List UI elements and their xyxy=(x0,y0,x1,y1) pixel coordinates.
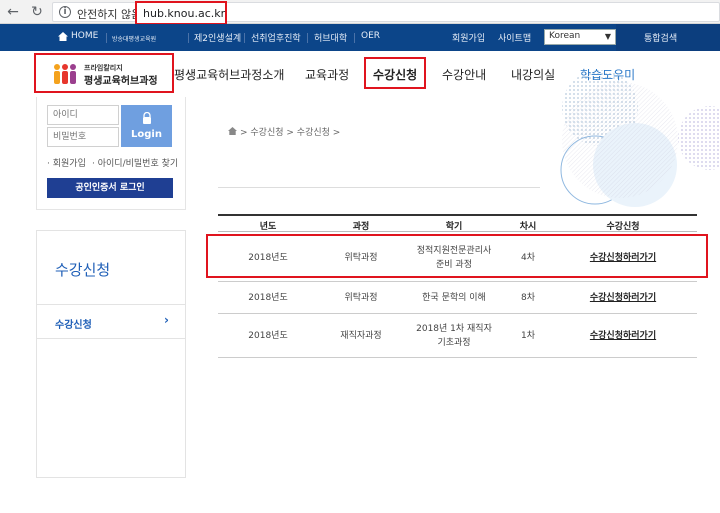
top-link-life-design[interactable]: 제2인생설계 xyxy=(194,31,241,44)
table-row: 2018년도 재직자과정 2018년 1차 재직자 기초과정 1차 수강신청하러… xyxy=(218,314,697,358)
top-link-knou[interactable]: 방송대평생교육원 xyxy=(112,34,156,43)
cell-semester: 2018년 1차 재직자 xyxy=(416,324,492,334)
id-input[interactable] xyxy=(47,105,119,125)
cell-semester-line2: 기초과정 xyxy=(437,338,471,348)
content-divider xyxy=(218,187,540,188)
col-course: 과정 xyxy=(352,222,370,232)
top-separator xyxy=(188,33,189,43)
top-bar: HOME 방송대평생교육원 제2인생설계 선취업후진학 허브대학 OER 회원가… xyxy=(0,24,720,51)
info-icon[interactable]: i xyxy=(59,6,71,18)
cert-login-button[interactable]: 공인인증서 로그인 xyxy=(47,178,173,198)
cell-course: 재직자과정 xyxy=(340,331,382,341)
row-highlight xyxy=(206,234,708,278)
find-account-label: 아이디/비밀번호 찾기 xyxy=(97,159,179,169)
site-logo[interactable]: 프라임칼리지 평생교육허브과정 xyxy=(34,53,174,93)
cell-session: 8차 xyxy=(520,293,536,303)
lock-icon xyxy=(143,112,151,124)
nav-learning-help[interactable]: 학습도우미 xyxy=(580,66,635,83)
total-search-button[interactable]: 통합검색 xyxy=(644,31,677,44)
url-highlight: hub.knou.ac.kr xyxy=(135,1,227,25)
top-join-link[interactable]: 회원가입 xyxy=(452,31,485,44)
top-separator xyxy=(354,33,355,43)
chevron-right-icon: › xyxy=(164,313,169,327)
home-icon xyxy=(58,32,68,41)
sidebar-title-box: 수강신청 xyxy=(37,231,185,305)
col-year: 년도 xyxy=(259,222,277,232)
login-button[interactable]: Login xyxy=(121,105,172,147)
login-button-label: Login xyxy=(131,129,162,140)
nav-registration[interactable]: 수강신청 xyxy=(373,66,417,83)
total-search-area: 통합검색 xyxy=(616,24,720,51)
find-account-link[interactable]: · 아이디/비밀번호 찾기 xyxy=(92,156,178,169)
password-input[interactable] xyxy=(47,127,119,147)
language-value: Korean xyxy=(549,31,581,41)
top-sitemap-link[interactable]: 사이트맵 xyxy=(498,31,531,44)
logo-people-icon xyxy=(54,64,76,84)
join-link[interactable]: · 회원가입 xyxy=(47,156,86,169)
cell-year: 2018년도 xyxy=(248,293,288,303)
cell-course: 위탁과정 xyxy=(344,293,378,303)
nav-my-classroom[interactable]: 내강의실 xyxy=(511,66,555,83)
sidebar-title: 수강신청 xyxy=(55,261,111,279)
insecure-label: 안전하지 않음 xyxy=(77,8,142,21)
top-separator xyxy=(307,33,308,43)
reload-icon[interactable]: ↻ xyxy=(28,3,46,21)
breadcrumb-home-icon[interactable] xyxy=(228,127,237,135)
apply-link[interactable]: 수강신청하러가기 xyxy=(590,330,656,343)
cell-year: 2018년도 xyxy=(248,331,288,341)
breadcrumb: > 수강신청 > 수강신청 > xyxy=(240,128,341,138)
col-semester: 학기 xyxy=(445,222,463,232)
top-separator xyxy=(244,33,245,43)
top-home-link[interactable]: HOME xyxy=(71,31,98,41)
table-header: 년도 과정 학기 차시 수강신청 xyxy=(218,214,697,232)
dropdown-arrow-icon: ▼ xyxy=(604,32,611,41)
back-icon[interactable]: ← xyxy=(4,3,22,21)
nav-curriculum[interactable]: 교육과정 xyxy=(305,66,349,83)
top-link-hub-univ[interactable]: 허브대학 xyxy=(314,31,347,44)
browser-toolbar: ← ↻ i 안전하지 않음 hub.knou.ac.kr xyxy=(0,0,720,25)
cell-semester: 한국 문학의 이해 xyxy=(422,293,486,303)
top-link-job-first[interactable]: 선취업후진학 xyxy=(251,31,301,44)
top-separator xyxy=(106,33,107,43)
nav-hub-intro[interactable]: 평생교육허브과정소개 xyxy=(174,66,284,83)
sidebar-item-label: 수강신청 xyxy=(55,320,92,331)
address-bar[interactable]: i 안전하지 않음 hub.knou.ac.kr xyxy=(52,1,720,25)
apply-link[interactable]: 수강신청하러가기 xyxy=(590,292,656,305)
logo-title: 평생교육허브과정 xyxy=(84,76,158,87)
cell-session: 1차 xyxy=(520,331,536,341)
table-row: 2018년도 위탁과정 한국 문학의 이해 8차 수강신청하러가기 xyxy=(218,282,697,314)
sidebar: 수강신청 수강신청 › xyxy=(36,230,186,478)
url-text[interactable]: hub.knou.ac.kr xyxy=(143,7,225,20)
join-link-label: 회원가입 xyxy=(52,159,86,169)
col-session: 차시 xyxy=(519,222,537,232)
col-apply: 수강신청 xyxy=(606,222,640,232)
language-select[interactable]: Korean ▼ xyxy=(544,29,616,45)
sidebar-item-registration[interactable]: 수강신청 › xyxy=(37,305,185,339)
nav-guide[interactable]: 수강안내 xyxy=(442,66,486,83)
top-link-oer[interactable]: OER xyxy=(361,31,380,41)
